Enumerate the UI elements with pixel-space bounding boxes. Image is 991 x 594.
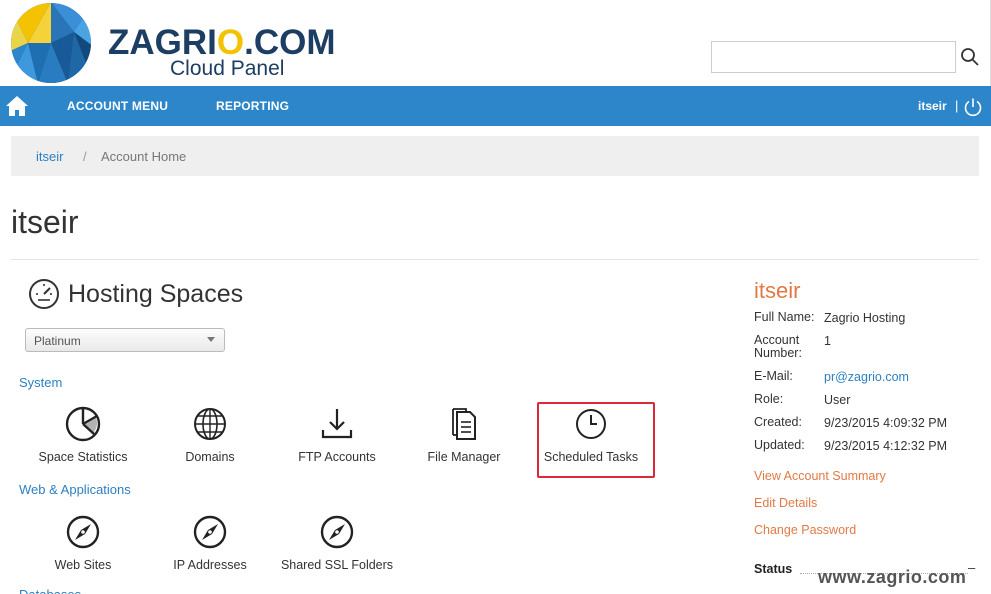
group-label-system: System bbox=[19, 375, 63, 390]
view-account-summary-link[interactable]: View Account Summary bbox=[754, 469, 886, 483]
field-label: Account Number: bbox=[754, 333, 802, 360]
tile-label: Space Statistics bbox=[38, 450, 128, 464]
field-value-account-number: 1 bbox=[824, 334, 831, 348]
group-label-web-applications: Web & Applications bbox=[19, 482, 131, 497]
file-icon bbox=[452, 408, 476, 440]
field-label: Updated: bbox=[754, 438, 805, 452]
brand-subtitle: Cloud Panel bbox=[170, 57, 285, 80]
edit-details-link[interactable]: Edit Details bbox=[754, 496, 817, 510]
highlight-box bbox=[537, 402, 655, 478]
field-label: Full Name: bbox=[754, 310, 815, 324]
hosting-plan-select[interactable]: Platinum bbox=[25, 328, 225, 352]
tile-ip-addresses[interactable]: IP Addresses bbox=[152, 514, 268, 584]
gauge-icon bbox=[29, 279, 59, 309]
account-name-heading: itseir bbox=[754, 278, 801, 303]
tile-space-statistics[interactable]: Space Statistics bbox=[25, 406, 141, 476]
field-value-full-name: Zagrio Hosting bbox=[824, 311, 906, 325]
group-label-databases: Databases bbox=[19, 588, 81, 594]
main-navbar: ACCOUNT MENU REPORTING itseir | bbox=[0, 86, 991, 126]
compass-icon bbox=[320, 515, 354, 549]
watermark: www.zagrio.com bbox=[818, 567, 967, 587]
nav-separator: | bbox=[955, 98, 959, 113]
chevron-down-icon bbox=[207, 337, 215, 342]
power-icon[interactable] bbox=[963, 97, 983, 117]
breadcrumb-link-account[interactable]: itseir bbox=[36, 149, 63, 164]
page-title: itseir bbox=[11, 204, 79, 240]
tile-domains[interactable]: Domains bbox=[152, 406, 268, 476]
field-value-created: 9/23/2015 4:09:32 PM bbox=[824, 416, 948, 430]
field-value-updated: 9/23/2015 4:12:32 PM bbox=[824, 439, 948, 453]
nav-reporting[interactable]: REPORTING bbox=[216, 99, 289, 113]
search-icon[interactable] bbox=[958, 45, 982, 69]
tile-label: File Manager bbox=[427, 450, 501, 464]
tile-file-manager[interactable]: File Manager bbox=[406, 406, 522, 476]
pie-chart-icon bbox=[65, 406, 101, 442]
zagrio-logo-icon bbox=[11, 3, 91, 83]
field-label: Role: bbox=[754, 392, 784, 406]
field-value-role: User bbox=[824, 393, 851, 407]
tile-label: Shared SSL Folders bbox=[280, 558, 394, 572]
home-icon[interactable] bbox=[4, 94, 30, 118]
tile-label: Web Sites bbox=[54, 558, 112, 572]
hosting-plan-value: Platinum bbox=[34, 334, 81, 348]
tile-ftp-accounts[interactable]: FTP Accounts bbox=[279, 406, 395, 476]
globe-icon bbox=[194, 408, 226, 440]
brand-name: ZAGRIO.COM bbox=[108, 23, 336, 62]
breadcrumb-separator: / bbox=[83, 149, 87, 164]
tile-web-sites[interactable]: Web Sites bbox=[25, 514, 141, 584]
nav-username[interactable]: itseir bbox=[918, 99, 947, 113]
tile-label: FTP Accounts bbox=[298, 450, 376, 464]
email-link[interactable]: pr@zagrio.com bbox=[824, 370, 909, 384]
download-icon bbox=[321, 409, 353, 439]
compass-icon bbox=[66, 515, 100, 549]
field-label: Created: bbox=[754, 415, 802, 429]
collapse-toggle[interactable]: – bbox=[968, 560, 975, 575]
divider bbox=[11, 259, 979, 260]
breadcrumb-current: Account Home bbox=[101, 149, 187, 164]
search-input[interactable] bbox=[711, 41, 956, 73]
compass-icon bbox=[193, 515, 227, 549]
tile-shared-ssl-folders[interactable]: Shared SSL Folders bbox=[279, 514, 395, 584]
hosting-spaces-title: Hosting Spaces bbox=[68, 280, 244, 308]
nav-account-menu[interactable]: ACCOUNT MENU bbox=[67, 99, 168, 113]
change-password-link[interactable]: Change Password bbox=[754, 523, 856, 537]
status-label: Status bbox=[754, 562, 793, 576]
header: ZAGRIO.COM Cloud Panel bbox=[0, 0, 991, 86]
tile-label: IP Addresses bbox=[173, 558, 247, 572]
breadcrumb: itseir / Account Home bbox=[11, 136, 979, 176]
tile-label: Domains bbox=[185, 450, 235, 464]
field-label: E-Mail: bbox=[754, 369, 793, 383]
